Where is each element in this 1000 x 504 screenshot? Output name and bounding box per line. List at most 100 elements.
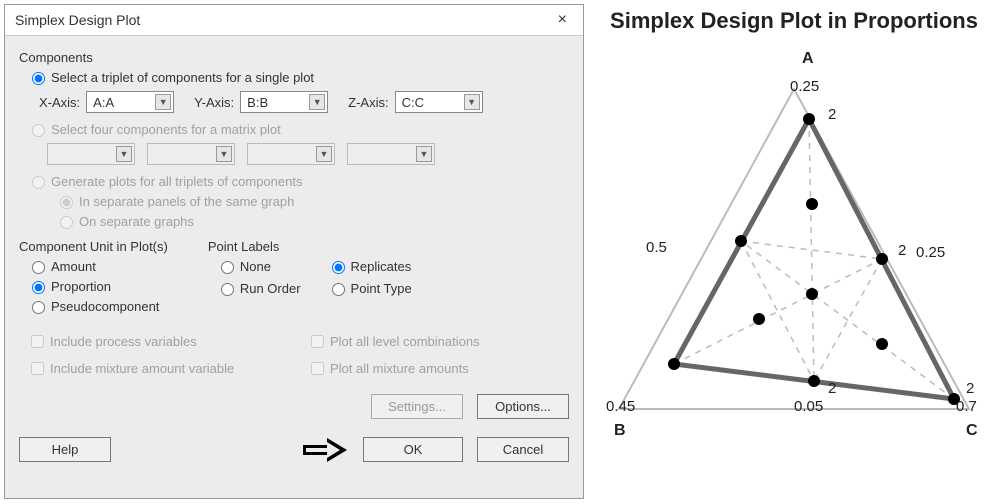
radio-separate-graphs[interactable]: On separate graphs xyxy=(19,211,569,231)
rep-label-ac: 2 xyxy=(898,242,906,259)
vertex-b-label: B xyxy=(614,422,626,440)
close-icon[interactable]: × xyxy=(552,11,573,29)
point-labels-col: Point Labels None Replicates Run Order xyxy=(208,239,412,316)
radio-pl-point-type-label: Point Type xyxy=(351,281,412,296)
mid-ab: 0.5 xyxy=(646,239,667,256)
radio-pl-none-label: None xyxy=(240,259,271,274)
chk-plot-all-mix[interactable]: Plot all mixture amounts xyxy=(299,357,569,380)
chk-plot-all-mix-label: Plot all mixture amounts xyxy=(330,361,469,376)
chk-plot-all-mix-input[interactable] xyxy=(311,362,324,375)
matrix-select-4: ▼ xyxy=(347,143,435,165)
chevron-down-icon: ▼ xyxy=(155,94,171,110)
x-axis-select[interactable]: A:A ▼ xyxy=(86,91,174,113)
z-axis-value: C:C xyxy=(402,95,424,110)
radio-amount-input[interactable] xyxy=(32,261,45,274)
ok-button[interactable]: OK xyxy=(363,437,463,462)
chevron-down-icon: ▼ xyxy=(464,94,480,110)
tick-c: 0.7 xyxy=(956,398,977,415)
components-label: Components xyxy=(19,50,569,65)
chk-process-vars[interactable]: Include process variables xyxy=(19,330,289,353)
mid-ac: 0.25 xyxy=(916,244,945,261)
matrix-select-3: ▼ xyxy=(247,143,335,165)
radio-separate-panels-input[interactable] xyxy=(60,196,73,209)
radio-pl-run-order-label: Run Order xyxy=(240,281,301,296)
simplex-design-dialog: Simplex Design Plot × Components Select … xyxy=(4,4,584,499)
settings-options-row: Settings... Options... xyxy=(19,394,569,419)
rep-label-c: 2 xyxy=(966,380,974,397)
y-axis-value: B:B xyxy=(247,95,268,110)
unit-header: Component Unit in Plot(s) xyxy=(19,239,168,254)
help-button[interactable]: Help xyxy=(19,437,111,462)
ternary-plot: A B C 0.25 0.45 0.7 0.5 0.25 0.05 2 2 2 … xyxy=(604,44,984,454)
matrix-selects: ▼ ▼ ▼ ▼ xyxy=(19,139,569,171)
rep-label-bc: 2 xyxy=(828,380,836,397)
chk-plot-all-level[interactable]: Plot all level combinations xyxy=(299,330,569,353)
radio-matrix-label: Select four components for a matrix plot xyxy=(51,122,281,137)
x-axis-label: X-Axis: xyxy=(39,95,80,110)
radio-pl-point-type[interactable]: Point Type xyxy=(319,278,412,298)
checks-grid: Include process variables Plot all level… xyxy=(19,330,569,380)
matrix-select-1: ▼ xyxy=(47,143,135,165)
radio-proportion-label: Proportion xyxy=(51,279,111,294)
z-axis-select[interactable]: C:C ▼ xyxy=(395,91,483,113)
chk-plot-all-level-label: Plot all level combinations xyxy=(330,334,480,349)
mid-bc: 0.05 xyxy=(794,398,823,415)
settings-button[interactable]: Settings... xyxy=(371,394,463,419)
radio-proportion[interactable]: Proportion xyxy=(19,276,168,296)
dialog-title: Simplex Design Plot xyxy=(15,12,140,28)
radio-triplet[interactable]: Select a triplet of components for a sin… xyxy=(19,67,569,87)
radio-pseudo-label: Pseudocomponent xyxy=(51,299,159,314)
chevron-down-icon: ▼ xyxy=(216,146,232,162)
chevron-down-icon: ▼ xyxy=(116,146,132,162)
chk-mix-amount-var-input[interactable] xyxy=(31,362,44,375)
cancel-button[interactable]: Cancel xyxy=(477,437,569,462)
chk-process-vars-label: Include process variables xyxy=(50,334,197,349)
unit-and-labels-row: Component Unit in Plot(s) Amount Proport… xyxy=(19,239,569,316)
options-button[interactable]: Options... xyxy=(477,394,569,419)
y-axis-label: Y-Axis: xyxy=(194,95,234,110)
chevron-down-icon: ▼ xyxy=(309,94,325,110)
vertex-a-label: A xyxy=(802,50,814,68)
radio-pl-none-input[interactable] xyxy=(221,261,234,274)
radio-separate-panels[interactable]: In separate panels of the same graph xyxy=(19,191,569,211)
x-axis-value: A:A xyxy=(93,95,114,110)
radio-triplet-label: Select a triplet of components for a sin… xyxy=(51,70,314,85)
vertex-c-label: C xyxy=(966,422,978,440)
radio-matrix-input[interactable] xyxy=(32,124,45,137)
chevron-down-icon: ▼ xyxy=(416,146,432,162)
chart-panel: Simplex Design Plot in Proportions xyxy=(588,0,1000,504)
point-labels-header: Point Labels xyxy=(208,239,412,254)
radio-pl-replicates-input[interactable] xyxy=(332,261,345,274)
radio-triplet-input[interactable] xyxy=(32,72,45,85)
radio-proportion-input[interactable] xyxy=(32,281,45,294)
bottom-buttons: Help OK Cancel xyxy=(19,437,569,462)
radio-pl-run-order-input[interactable] xyxy=(221,283,234,296)
radio-pl-point-type-input[interactable] xyxy=(332,283,345,296)
radio-pl-none[interactable]: None xyxy=(208,256,301,276)
rep-label-a: 2 xyxy=(828,106,836,123)
radio-pseudo[interactable]: Pseudocomponent xyxy=(19,296,168,316)
radio-pl-run-order[interactable]: Run Order xyxy=(208,278,301,298)
radio-amount[interactable]: Amount xyxy=(19,256,168,276)
y-axis-select[interactable]: B:B ▼ xyxy=(240,91,328,113)
arrow-pointer-icon xyxy=(303,439,349,461)
radio-separate-panels-label: In separate panels of the same graph xyxy=(79,194,294,209)
chk-process-vars-input[interactable] xyxy=(31,335,44,348)
radio-pl-replicates-label: Replicates xyxy=(351,259,412,274)
radio-all-triplets-input[interactable] xyxy=(32,176,45,189)
matrix-select-2: ▼ xyxy=(147,143,235,165)
radio-pl-replicates[interactable]: Replicates xyxy=(319,256,412,276)
chk-plot-all-level-input[interactable] xyxy=(311,335,324,348)
chk-mix-amount-var[interactable]: Include mixture amount variable xyxy=(19,357,289,380)
tick-a: 0.25 xyxy=(790,78,819,95)
radio-pseudo-input[interactable] xyxy=(32,301,45,314)
titlebar: Simplex Design Plot × xyxy=(5,5,583,36)
radio-separate-graphs-input[interactable] xyxy=(60,216,73,229)
z-axis-label: Z-Axis: xyxy=(348,95,388,110)
radio-amount-label: Amount xyxy=(51,259,96,274)
radio-matrix[interactable]: Select four components for a matrix plot xyxy=(19,119,569,139)
chevron-down-icon: ▼ xyxy=(316,146,332,162)
radio-all-triplets[interactable]: Generate plots for all triplets of compo… xyxy=(19,171,569,191)
dialog-content: Components Select a triplet of component… xyxy=(5,36,583,498)
unit-col: Component Unit in Plot(s) Amount Proport… xyxy=(19,239,168,316)
